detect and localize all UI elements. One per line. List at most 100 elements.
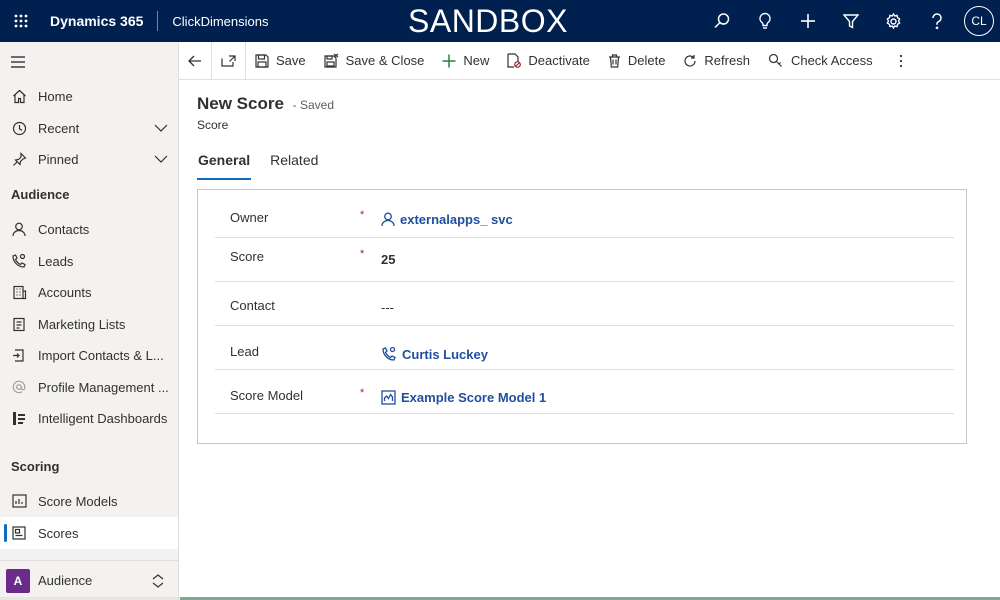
sidebar-item-label: Pinned [38, 151, 79, 167]
save-close-button[interactable]: Save & Close [315, 42, 434, 80]
sidebar-item-accounts[interactable]: Accounts [0, 276, 178, 308]
save-icon [255, 53, 269, 68]
sidebar-item-label: Score Models [38, 493, 118, 509]
score-input[interactable]: 25 [381, 252, 395, 267]
import-icon [12, 348, 24, 362]
search-button[interactable] [700, 0, 743, 42]
command-bar: Save Save & Close New Deactivate Delete … [179, 41, 1000, 80]
sidebar-item-label: Profile Management ... [38, 379, 169, 395]
chevron-updown-icon [152, 573, 164, 588]
phone-person-icon [12, 253, 26, 268]
quick-create-button[interactable] [786, 0, 829, 42]
module-name[interactable]: ClickDimensions [158, 14, 268, 29]
new-button[interactable]: New [433, 42, 498, 80]
sidebar-item-import-contacts[interactable]: Import Contacts & L... [0, 339, 178, 371]
app-launcher-button[interactable] [0, 0, 42, 42]
score-model-lookup-value[interactable]: Example Score Model 1 [381, 390, 546, 405]
tab-general[interactable]: General [197, 150, 252, 180]
record-title: New Score [197, 94, 284, 113]
field-score: Score * 25 [215, 238, 954, 282]
field-label: Owner [230, 210, 269, 225]
entity-name: Score [197, 118, 229, 132]
save-close-label: Save & Close [345, 53, 425, 68]
back-button[interactable] [179, 42, 211, 80]
new-label: New [463, 53, 490, 68]
sidebar-item-label: Intelligent Dashboards [38, 410, 168, 426]
environment-banner: SANDBOX [408, 3, 568, 39]
field-lead: Lead Curtis Luckey [215, 326, 954, 370]
required-indicator: * [360, 248, 365, 260]
key-search-icon [768, 53, 782, 67]
refresh-label: Refresh [704, 53, 750, 68]
sidebar-item-score-models[interactable]: Score Models [0, 485, 178, 517]
settings-button[interactable] [872, 0, 915, 42]
nav-group-title: Audience [11, 187, 70, 202]
owner-lookup-value[interactable]: externalapps_ svc [381, 212, 513, 227]
chevron-down-icon[interactable] [154, 155, 168, 163]
building-icon [12, 285, 26, 299]
more-commands-button[interactable] [890, 42, 912, 80]
help-button[interactable] [915, 0, 958, 42]
sidebar-item-leads[interactable]: Leads [0, 245, 178, 277]
assistant-button[interactable] [743, 0, 786, 42]
field-label: Lead [230, 344, 259, 359]
more-vertical-icon [899, 54, 902, 67]
check-access-button[interactable]: Check Access [759, 42, 882, 80]
sidebar-item-scores[interactable]: Scores [0, 517, 178, 549]
delete-button[interactable]: Delete [599, 42, 675, 80]
contact-lookup-value[interactable]: --- [381, 300, 394, 315]
form-tabs: General Related [197, 150, 337, 180]
sidebar-item-label: Contacts [38, 221, 90, 237]
advanced-find-button[interactable] [829, 0, 872, 42]
sidebar-item-recent[interactable]: Recent [0, 112, 178, 144]
lead-lookup-value[interactable]: Curtis Luckey [381, 346, 488, 362]
sidebar-item-pinned[interactable]: Pinned [0, 143, 178, 175]
chevron-down-icon[interactable] [154, 124, 168, 132]
app-name[interactable]: Dynamics 365 [42, 13, 157, 29]
sidebar-item-profile-management[interactable]: Profile Management ... [0, 371, 178, 403]
deactivate-icon [507, 53, 522, 68]
refresh-button[interactable]: Refresh [674, 42, 759, 80]
field-label: Score Model [230, 388, 303, 403]
lead-name: Curtis Luckey [402, 346, 488, 362]
field-score-model: Score Model * Example Score Model 1 [215, 370, 954, 414]
person-icon [381, 212, 395, 227]
field-label: Contact [230, 298, 275, 313]
tab-related[interactable]: Related [269, 150, 319, 180]
area-switcher[interactable]: A Audience [0, 560, 178, 600]
required-indicator: * [360, 387, 365, 399]
dashboard-icon [13, 411, 25, 425]
open-new-window-button[interactable] [212, 42, 245, 80]
home-icon [12, 89, 26, 103]
sidebar-item-label: Import Contacts & L... [38, 347, 164, 363]
sidebar-item-contacts[interactable]: Contacts [0, 213, 178, 245]
save-label: Save [276, 53, 306, 68]
top-icons: CL [700, 0, 994, 42]
list-icon [12, 317, 25, 331]
waffle-icon [14, 14, 28, 28]
popout-icon [221, 54, 236, 67]
lightbulb-icon [758, 12, 771, 29]
field-owner: Owner * externalapps_ svc [215, 194, 954, 238]
sidebar-item-label: Marketing Lists [38, 316, 126, 332]
top-bar: Dynamics 365 ClickDimensions SANDBOX CL [0, 0, 1000, 42]
user-avatar[interactable]: CL [964, 6, 994, 36]
save-status: - Saved [292, 98, 335, 112]
area-label: Audience [38, 573, 93, 588]
site-map-toggle[interactable] [10, 55, 26, 72]
phone-person-icon [382, 346, 396, 361]
sidebar-item-marketing-lists[interactable]: Marketing Lists [0, 308, 178, 340]
sidebar-item-label: Accounts [38, 284, 92, 300]
sidebar-item-label: Scores [38, 525, 79, 541]
person-icon [12, 222, 26, 236]
sidebar-item-home[interactable]: Home [0, 80, 178, 112]
score-model-icon [381, 390, 396, 405]
general-section: Owner * externalapps_ svc Score * 25 Con… [197, 189, 967, 444]
sidebar-item-label: Leads [38, 253, 74, 269]
sidebar-item-intelligent-dashboards[interactable]: Intelligent Dashboards [0, 402, 178, 434]
save-button[interactable]: Save [246, 42, 315, 80]
add-icon [800, 14, 815, 28]
search-icon [713, 13, 729, 29]
score-model-name: Example Score Model 1 [401, 390, 547, 405]
deactivate-button[interactable]: Deactivate [498, 42, 598, 80]
